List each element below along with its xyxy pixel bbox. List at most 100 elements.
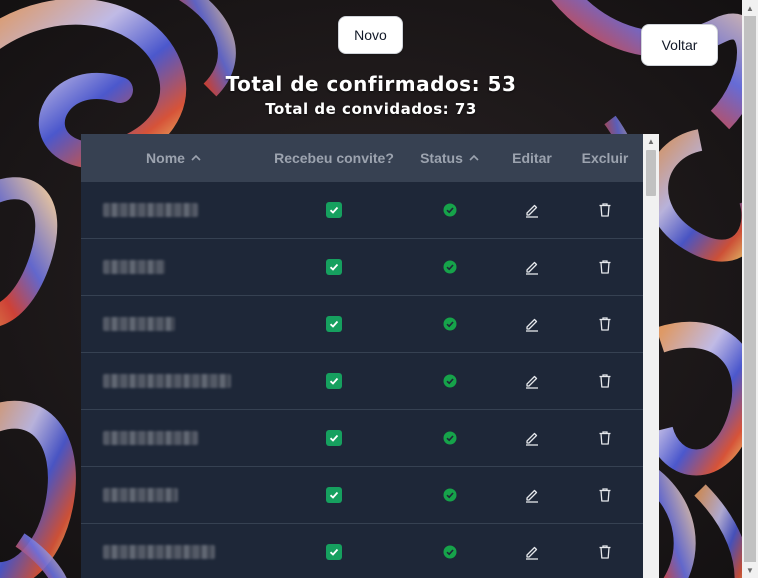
cell-status <box>402 410 497 466</box>
column-label: Nome <box>146 150 185 166</box>
check-circle-icon <box>443 317 456 331</box>
cell-status <box>402 353 497 409</box>
cell-recebeu-convite <box>266 239 402 295</box>
cell-excluir <box>567 410 643 466</box>
column-label: Recebeu convite? <box>274 150 394 166</box>
scrollbar-thumb[interactable] <box>744 16 756 562</box>
cell-editar <box>497 182 567 238</box>
trash-icon[interactable] <box>597 544 613 560</box>
table-body <box>81 182 643 578</box>
checkmark-icon <box>329 548 339 556</box>
checkmark-icon <box>329 263 339 271</box>
redacted-name <box>103 317 175 331</box>
table-row <box>81 524 643 578</box>
trash-icon[interactable] <box>597 202 613 218</box>
pencil-icon[interactable] <box>524 259 540 275</box>
cell-editar <box>497 410 567 466</box>
scrollbar-thumb[interactable] <box>646 150 656 196</box>
cell-editar <box>497 467 567 523</box>
invite-checkbox[interactable] <box>326 316 342 332</box>
novo-button[interactable]: Novo <box>338 16 403 54</box>
check-circle-icon <box>443 488 456 502</box>
cell-status <box>402 182 497 238</box>
invite-checkbox[interactable] <box>326 544 342 560</box>
cell-nome <box>81 182 266 238</box>
invite-checkbox[interactable] <box>326 259 342 275</box>
redacted-name <box>103 260 165 274</box>
cell-editar <box>497 353 567 409</box>
cell-recebeu-convite <box>266 353 402 409</box>
column-label: Excluir <box>581 150 629 166</box>
checkmark-icon <box>329 434 339 442</box>
check-circle-icon <box>443 203 456 217</box>
guests-table: Nome Recebeu convite? Status Editar Excl… <box>81 134 659 578</box>
total-convidados: Total de convidados: 73 <box>265 100 477 118</box>
column-header-editar: Editar <box>497 134 567 182</box>
column-header-nome[interactable]: Nome <box>81 134 266 182</box>
column-header-recebeu-convite: Recebeu convite? <box>266 134 402 182</box>
scroll-down-arrow-icon[interactable]: ▼ <box>742 562 758 578</box>
page-scrollbar[interactable]: ▲ ▼ <box>742 0 758 578</box>
cell-nome <box>81 353 266 409</box>
cell-excluir <box>567 296 643 352</box>
pencil-icon[interactable] <box>524 544 540 560</box>
column-label: Status <box>420 150 463 166</box>
cell-recebeu-convite <box>266 410 402 466</box>
cell-recebeu-convite <box>266 524 402 578</box>
voltar-button[interactable]: Voltar <box>641 24 718 66</box>
invite-checkbox[interactable] <box>326 202 342 218</box>
cell-nome <box>81 524 266 578</box>
invite-checkbox[interactable] <box>326 487 342 503</box>
pencil-icon[interactable] <box>524 316 540 332</box>
trash-icon[interactable] <box>597 316 613 332</box>
redacted-name <box>103 488 178 502</box>
trash-icon[interactable] <box>597 373 613 389</box>
redacted-name <box>103 374 231 388</box>
cell-excluir <box>567 239 643 295</box>
chevron-up-icon <box>191 154 201 161</box>
cell-recebeu-convite <box>266 182 402 238</box>
pencil-icon[interactable] <box>524 430 540 446</box>
redacted-name <box>103 431 198 445</box>
table-row <box>81 239 643 296</box>
cell-recebeu-convite <box>266 296 402 352</box>
pencil-icon[interactable] <box>524 373 540 389</box>
cell-excluir <box>567 182 643 238</box>
redacted-name <box>103 203 198 217</box>
checkmark-icon <box>329 320 339 328</box>
cell-excluir <box>567 524 643 578</box>
check-circle-icon <box>443 431 456 445</box>
check-circle-icon <box>443 260 456 274</box>
cell-status <box>402 524 497 578</box>
cell-nome <box>81 296 266 352</box>
invite-checkbox[interactable] <box>326 373 342 389</box>
cell-nome <box>81 410 266 466</box>
scroll-up-arrow-icon[interactable]: ▲ <box>643 134 659 148</box>
pencil-icon[interactable] <box>524 487 540 503</box>
table-row <box>81 410 643 467</box>
trash-icon[interactable] <box>597 259 613 275</box>
trash-icon[interactable] <box>597 430 613 446</box>
cell-excluir <box>567 353 643 409</box>
cell-recebeu-convite <box>266 467 402 523</box>
column-header-status[interactable]: Status <box>402 134 497 182</box>
cell-nome <box>81 467 266 523</box>
total-confirmados: Total de confirmados: 53 <box>225 72 517 96</box>
redacted-name <box>103 545 215 559</box>
table-scrollbar[interactable]: ▲ <box>643 134 659 578</box>
invite-checkbox[interactable] <box>326 430 342 446</box>
trash-icon[interactable] <box>597 487 613 503</box>
table-row <box>81 353 643 410</box>
column-header-excluir: Excluir <box>567 134 643 182</box>
chevron-up-icon <box>469 154 479 161</box>
table-header: Nome Recebeu convite? Status Editar Excl… <box>81 134 643 182</box>
cell-nome <box>81 239 266 295</box>
checkmark-icon <box>329 491 339 499</box>
scroll-up-arrow-icon[interactable]: ▲ <box>742 0 758 16</box>
pencil-icon[interactable] <box>524 202 540 218</box>
table-row <box>81 296 643 353</box>
cell-status <box>402 239 497 295</box>
cell-excluir <box>567 467 643 523</box>
cell-editar <box>497 524 567 578</box>
check-circle-icon <box>443 374 456 388</box>
